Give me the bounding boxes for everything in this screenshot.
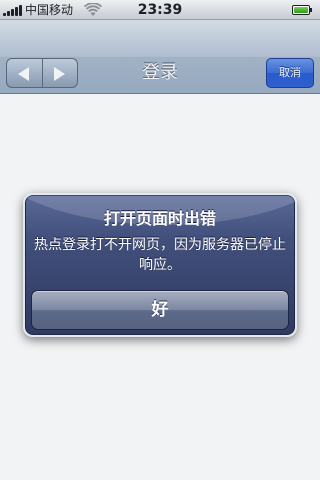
status-clock: 23:39 xyxy=(137,2,183,18)
alert-message: 热点登录打不开网页，因为服务器已停止响应。 xyxy=(34,237,286,273)
battery-icon xyxy=(292,5,314,15)
status-bar: 中国移动 23:39 xyxy=(0,0,320,20)
error-alert-dialog: 打开页面时出错 热点登录打不开网页，因为服务器已停止响应。 好 xyxy=(23,193,297,337)
ok-button[interactable]: 好 xyxy=(31,290,289,330)
battery-level-fill xyxy=(294,7,308,13)
alert-title: 打开页面时出错 xyxy=(103,209,216,228)
